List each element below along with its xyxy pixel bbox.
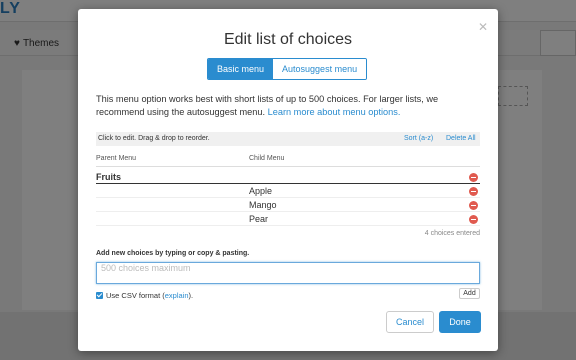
child-menu-header: Child Menu xyxy=(249,155,285,162)
remove-icon[interactable] xyxy=(469,201,478,210)
csv-label-prefix: Use CSV format ( xyxy=(106,291,165,300)
csv-label-suffix: ). xyxy=(188,291,194,300)
remove-icon[interactable] xyxy=(469,173,478,182)
list-header-bar: Click to edit. Drag & drop to reorder. S… xyxy=(96,132,480,146)
column-divider xyxy=(96,166,480,167)
child-label: Pear xyxy=(249,214,269,224)
parent-menu-header: Parent Menu xyxy=(96,155,137,162)
edit-choices-modal: ✕ Edit list of choices Basic menu Autosu… xyxy=(78,9,498,351)
delete-all-link[interactable]: Delete All xyxy=(446,132,476,146)
tab-autosuggest-menu[interactable]: Autosuggest menu xyxy=(273,59,367,79)
explain-link[interactable]: explain xyxy=(165,291,189,300)
list-item[interactable]: Apple xyxy=(96,185,480,198)
learn-more-link[interactable]: Learn more about menu options. xyxy=(268,107,401,117)
parent-label: Fruits xyxy=(96,172,122,182)
cancel-button[interactable]: Cancel xyxy=(386,311,434,333)
child-label: Mango xyxy=(249,200,277,210)
list-item[interactable]: Pear xyxy=(96,213,480,226)
choices-count: 4 choices entered xyxy=(424,230,480,237)
reorder-hint: Click to edit. Drag & drop to reorder. xyxy=(98,135,210,142)
remove-icon[interactable] xyxy=(469,187,478,196)
remove-icon[interactable] xyxy=(469,215,478,224)
child-label: Apple xyxy=(249,186,273,196)
list-item[interactable]: Fruits xyxy=(96,171,480,184)
add-button[interactable]: Add xyxy=(459,288,480,299)
intro-text: This menu option works best with short l… xyxy=(96,93,480,119)
tab-basic-menu[interactable]: Basic menu xyxy=(208,59,274,79)
list-item[interactable]: Mango xyxy=(96,199,480,212)
modal-title: Edit list of choices xyxy=(223,31,353,48)
new-choices-input[interactable] xyxy=(96,262,480,284)
csv-checkbox[interactable] xyxy=(96,292,103,299)
csv-format-option: Use CSV format (explain). xyxy=(96,291,193,300)
done-button[interactable]: Done xyxy=(439,311,481,333)
sort-link[interactable]: Sort (a-z) xyxy=(404,132,433,146)
menu-type-tabs: Basic menu Autosuggest menu xyxy=(207,58,368,80)
add-choices-label: Add new choices by typing or copy & past… xyxy=(96,250,250,257)
